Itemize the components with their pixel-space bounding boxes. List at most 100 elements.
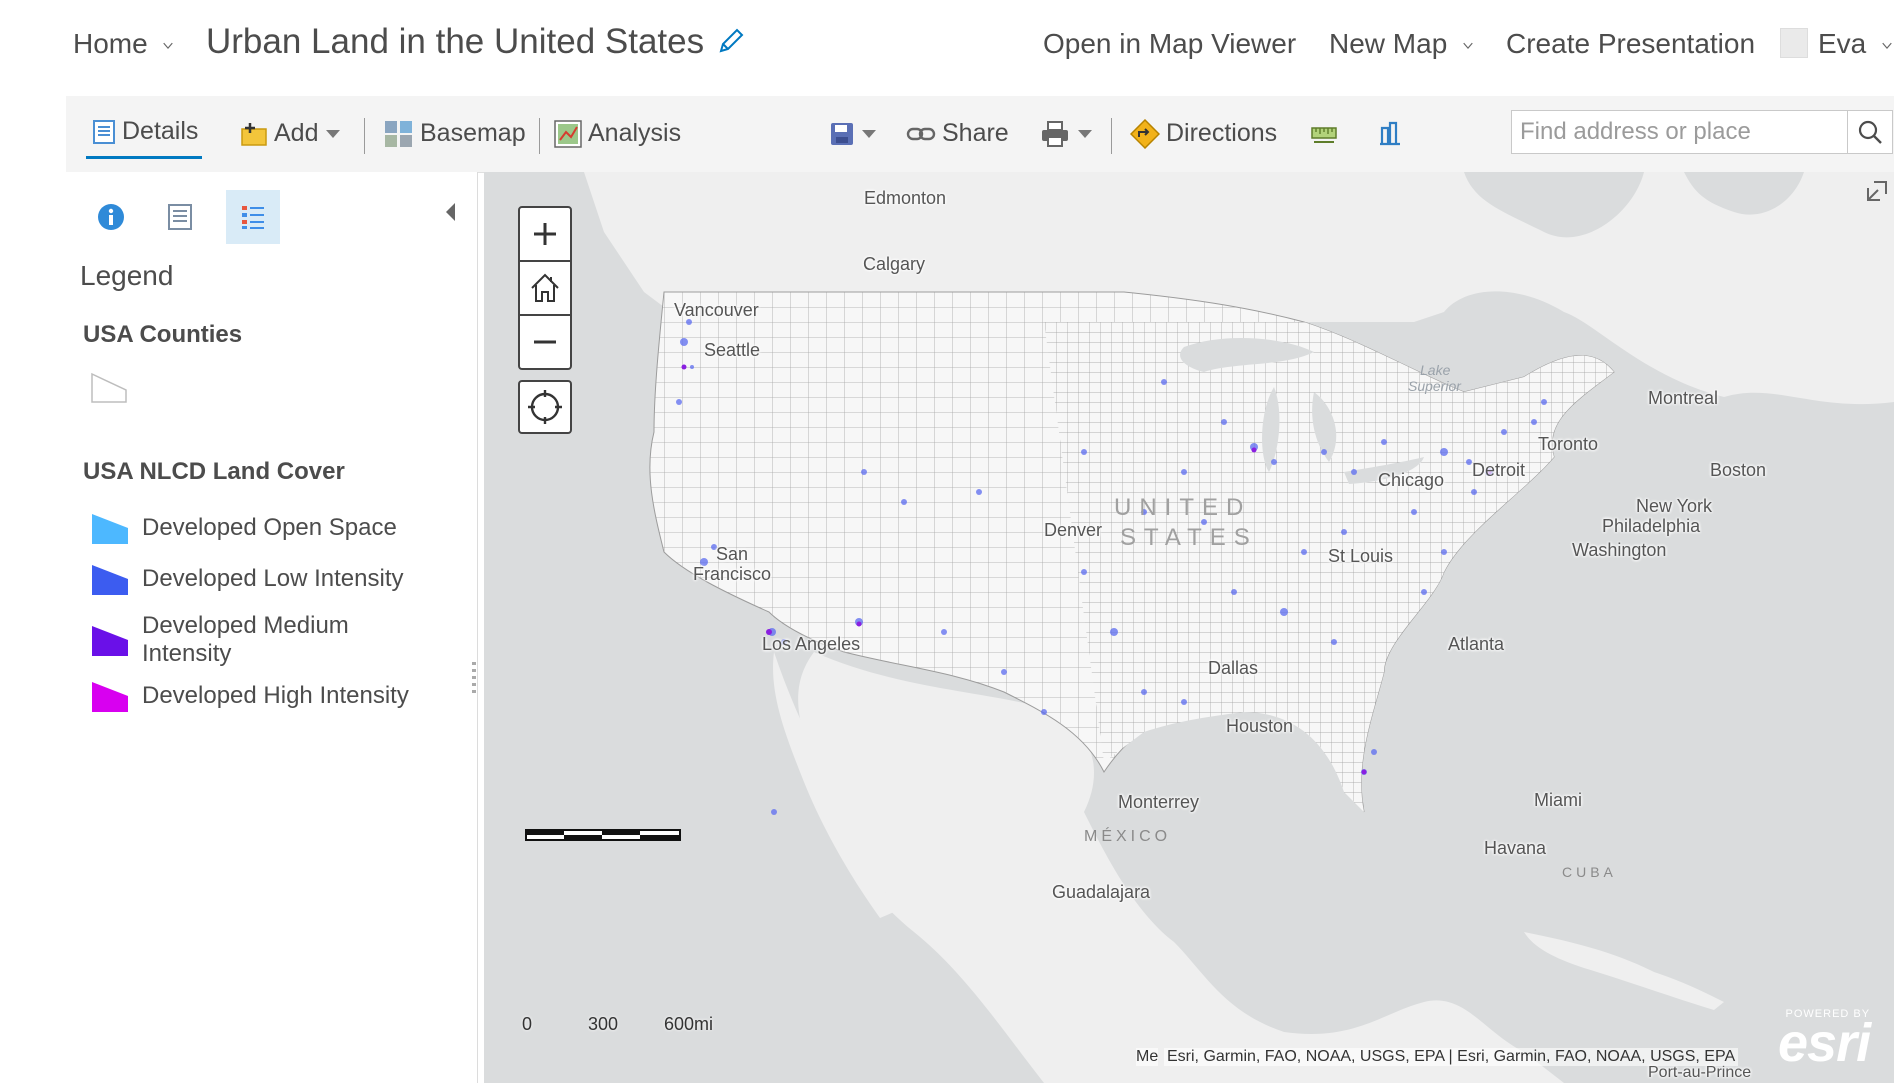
basemap-button[interactable]: Basemap [384,116,526,150]
user-avatar[interactable] [1780,28,1808,58]
legend-item-high-intensity: Developed High Intensity [92,680,409,712]
search-box [1511,110,1893,154]
panel-resize-handle[interactable] [472,662,476,696]
city-label: Los Angeles [762,634,861,654]
search-input[interactable] [1512,111,1892,153]
home-menu[interactable]: Home [73,28,174,60]
city-label: Boston [1710,460,1767,480]
analysis-icon [554,120,582,149]
city-label: Vancouver [674,300,759,320]
directions-icon [1129,119,1161,150]
collapse-panel-icon[interactable] [444,202,456,222]
locate-crosshair-icon [528,390,562,424]
city-label: Philadelphia [1602,516,1701,536]
basemap-label: Basemap [420,119,526,147]
tab-about[interactable] [84,190,138,244]
directions-button[interactable]: Directions [1129,116,1278,150]
user-menu[interactable]: Eva [1818,28,1892,60]
map-view[interactable]: Edmonton Calgary Vancouver Seattle Montr… [484,172,1894,1083]
legend-swatch [92,626,128,656]
expand-icon[interactable] [1866,180,1888,202]
new-map-menu[interactable]: New Map [1329,28,1473,60]
chevron-down-icon [1463,42,1473,49]
zoom-in-button[interactable] [520,208,570,262]
details-button[interactable]: Details [86,114,203,159]
country-label: CUBA [1562,864,1617,880]
esri-logo[interactable]: POWERED BY esri [1778,1008,1871,1073]
city-label: Houston [1226,716,1294,736]
toolbar-divider [539,118,540,154]
country-label: STATES [1120,524,1258,551]
share-button[interactable]: Share [906,116,1009,150]
scale-label: 0 [522,1014,533,1034]
scale-label: 300 [588,1014,619,1034]
city-label: Monterrey [1118,792,1200,812]
county-polygon-symbol [91,372,127,403]
legend-swatch [92,514,128,544]
create-presentation-link[interactable]: Create Presentation [1506,28,1755,60]
zoom-out-button[interactable] [520,316,570,368]
legend-title: Legend [80,260,174,291]
search-button[interactable] [1847,111,1892,153]
open-in-map-viewer-link[interactable]: Open in Map Viewer [1043,28,1296,60]
home-icon [531,273,559,302]
save-icon [831,123,853,146]
caret-down-icon [326,130,341,139]
layer-title-usa-counties: USA Counties [83,321,243,348]
side-panel: Legend USA Counties USA NLCD Land Cover … [66,172,478,1083]
bookmark-icon [1380,122,1400,146]
chevron-down-icon [1882,42,1892,49]
esri-logo-text: esri [1778,1013,1871,1073]
pencil-edit-icon[interactable] [716,26,746,56]
toolbar-divider [364,118,365,154]
map-toolbar: Details Add Basemap Analysis Share Direc… [66,96,1894,173]
water-label: Lake [1420,362,1451,378]
country-label: MÉXICO [1084,828,1172,845]
legend-list-icon [242,206,264,229]
city-label: Francisco [693,564,772,584]
tab-legend[interactable] [226,190,280,244]
add-label: Add [274,119,319,147]
city-label: Denver [1044,520,1103,540]
bookmarks-button[interactable] [1376,116,1410,150]
directions-label: Directions [1166,119,1278,147]
legend-item-medium-intensity: Developed Medium Intensity [92,612,382,668]
scale-label: 600mi [664,1014,714,1034]
locate-button[interactable] [518,380,572,434]
analysis-button[interactable]: Analysis [554,116,681,150]
tab-content[interactable] [153,190,207,244]
city-label: San [716,544,749,564]
plus-icon [534,223,556,245]
city-label: Dallas [1208,658,1259,678]
map-attribution[interactable]: Esri, Garmin, FAO, NOAA, USGS, EPA | Esr… [1164,1048,1739,1066]
water-label: Superior [1408,378,1461,394]
add-button[interactable]: Add [240,116,341,150]
city-label: Washington [1572,540,1667,560]
legend-label: Developed High Intensity [142,682,409,709]
zoom-control [518,206,572,370]
analysis-label: Analysis [588,119,682,147]
city-label: Detroit [1472,460,1526,480]
add-layer-icon [241,123,267,147]
caret-down-icon [1078,130,1092,139]
print-button[interactable] [1040,116,1092,150]
default-extent-button[interactable] [520,262,570,316]
legend-label: Developed Low Intensity [142,565,404,592]
city-label: Chicago [1378,470,1445,490]
layer-title-nlcd: USA NLCD Land Cover [83,458,345,485]
city-label: Miami [1534,790,1582,810]
home-label: Home [73,28,148,59]
caret-down-icon [862,130,876,139]
attribution-prefix: Me [1136,1048,1159,1066]
measure-icon [1311,127,1337,144]
user-name: Eva [1818,28,1867,59]
legend-swatch [92,682,128,712]
legend-label: Developed Open Space [142,514,397,541]
save-button[interactable] [830,116,876,150]
new-map-label: New Map [1329,28,1448,59]
info-icon [98,204,124,230]
map-title: Urban Land in the United States [206,22,705,61]
measure-button[interactable] [1310,116,1344,150]
city-label: New York [1636,496,1713,516]
details-label: Details [122,117,199,145]
